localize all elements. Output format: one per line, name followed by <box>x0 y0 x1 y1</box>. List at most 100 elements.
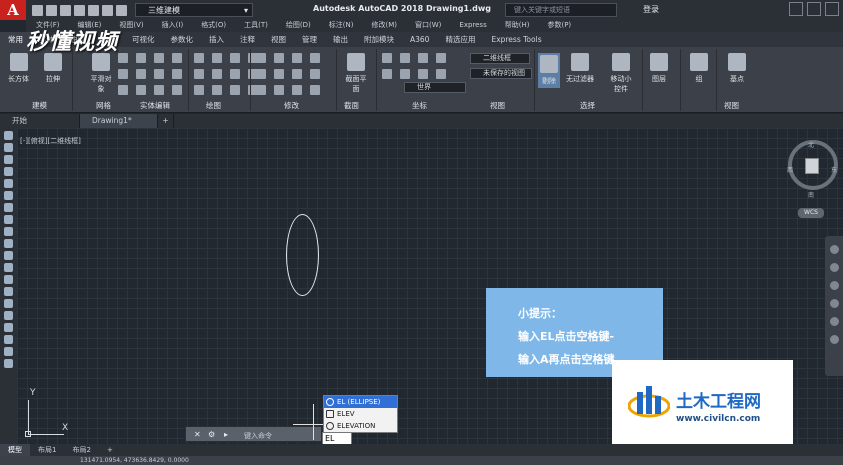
add-selected-icon[interactable] <box>4 359 13 368</box>
panel-label-solid-edit[interactable]: 实体编辑 <box>140 100 170 111</box>
save-as-icon[interactable] <box>74 4 85 16</box>
tab-model[interactable]: 模型 <box>0 444 30 456</box>
smooth-object-button[interactable]: 平滑对象 <box>88 53 114 94</box>
menu-parametric[interactable]: 参数(P) <box>547 19 571 32</box>
modify-tool-icon[interactable] <box>274 85 284 95</box>
menu-express[interactable]: Express <box>459 19 486 32</box>
panel-label-view-2[interactable]: 视图 <box>724 100 739 111</box>
tab-visualize[interactable]: 可视化 <box>124 32 163 47</box>
line-tool-icon[interactable] <box>4 131 13 140</box>
tab-start[interactable]: 开始 <box>0 114 80 128</box>
tab-output[interactable]: 输出 <box>325 32 356 47</box>
layers-button[interactable]: 图层 <box>650 53 668 84</box>
print-icon[interactable] <box>88 4 99 16</box>
command-line[interactable]: ✕ ⚙ ▸ 键入命令 <box>185 426 322 442</box>
wcs-menu-button[interactable]: WCS <box>798 208 824 218</box>
tab-featured-apps[interactable]: 精选应用 <box>437 32 483 47</box>
menu-insert[interactable]: 插入(I) <box>162 19 184 32</box>
polygon-icon[interactable] <box>4 167 13 176</box>
viewport-controls-label[interactable]: [-][俯视][二维线框] <box>20 136 81 146</box>
spline-icon[interactable] <box>4 227 13 236</box>
menu-view[interactable]: 视图(V) <box>119 19 143 32</box>
base-point-button[interactable]: 基点 <box>728 53 746 84</box>
minimize-button[interactable] <box>789 2 803 16</box>
ellipse-shape[interactable] <box>286 214 319 296</box>
new-tab-button[interactable]: + <box>158 114 174 128</box>
autocomplete-item[interactable]: ELEVATION <box>324 420 397 432</box>
arc-icon[interactable] <box>4 191 13 200</box>
ucs-tool-icon[interactable] <box>400 69 410 79</box>
wrench-icon[interactable]: ⚙ <box>208 430 217 439</box>
menu-tools[interactable]: 工具(T) <box>244 19 268 32</box>
viewcube-south[interactable]: 南 <box>808 190 814 199</box>
search-input[interactable]: 键入关键字或短语 <box>505 3 617 17</box>
tab-drawing1[interactable]: Drawing1* <box>80 114 158 128</box>
steering-wheel-icon[interactable] <box>829 245 839 254</box>
panel-label-section[interactable]: 截面 <box>344 100 359 111</box>
multiline-text-icon[interactable] <box>4 347 13 356</box>
panel-label-draw[interactable]: 绘图 <box>206 100 221 111</box>
modify-tool-icon[interactable] <box>256 69 266 79</box>
mesh-tool-icon[interactable] <box>136 69 146 79</box>
menu-help[interactable]: 帮助(H) <box>505 19 530 32</box>
viewcube-east[interactable]: 东 <box>831 165 837 174</box>
mesh-tool-icon[interactable] <box>154 53 164 63</box>
ucs-tool-icon[interactable] <box>418 69 428 79</box>
viewcube-west[interactable]: 西 <box>787 165 793 174</box>
new-file-icon[interactable] <box>32 4 43 16</box>
modify-tool-icon[interactable] <box>292 53 302 63</box>
tab-manage[interactable]: 管理 <box>294 32 325 47</box>
modify-tool-icon[interactable] <box>292 69 302 79</box>
mesh-tool-icon[interactable] <box>154 69 164 79</box>
tab-parametric[interactable]: 参数化 <box>163 32 202 47</box>
ucs-dropdown[interactable]: 世界 <box>404 82 466 93</box>
open-file-icon[interactable] <box>46 4 57 16</box>
menu-modify[interactable]: 修改(M) <box>371 19 397 32</box>
menu-window[interactable]: 窗口(W) <box>415 19 441 32</box>
menu-format[interactable]: 格式(O) <box>201 19 226 32</box>
draw-tool-icon[interactable] <box>212 53 222 63</box>
draw-tool-icon[interactable] <box>230 85 240 95</box>
circle-icon[interactable] <box>4 203 13 212</box>
tab-annotate[interactable]: 注释 <box>232 32 263 47</box>
section-plane-button[interactable]: 截面平面 <box>344 53 368 94</box>
modify-tool-icon[interactable] <box>274 69 284 79</box>
menu-draw[interactable]: 绘图(D) <box>286 19 311 32</box>
modify-tool-icon[interactable] <box>310 69 320 79</box>
panel-label-view[interactable]: 视图 <box>490 100 505 111</box>
panel-label-modify[interactable]: 修改 <box>284 100 299 111</box>
ucs-tool-icon[interactable] <box>382 69 392 79</box>
panel-label-coordinates[interactable]: 坐标 <box>412 100 427 111</box>
application-menu-button[interactable]: A <box>0 0 26 20</box>
maximize-button[interactable] <box>807 2 821 16</box>
mesh-tool-icon[interactable] <box>172 85 182 95</box>
ellipse-icon[interactable] <box>4 239 13 248</box>
draw-tool-icon[interactable] <box>230 53 240 63</box>
save-icon[interactable] <box>60 4 71 16</box>
close-icon[interactable]: ✕ <box>194 430 203 439</box>
rectangle-icon[interactable] <box>4 179 13 188</box>
point-icon[interactable] <box>4 287 13 296</box>
tab-view[interactable]: 视图 <box>263 32 294 47</box>
draw-tool-icon[interactable] <box>194 69 204 79</box>
viewcube-face[interactable] <box>805 158 819 174</box>
draw-tool-icon[interactable] <box>212 69 222 79</box>
tab-layout1[interactable]: 布局1 <box>30 444 64 456</box>
mesh-tool-icon[interactable] <box>172 69 182 79</box>
autocomplete-item[interactable]: EL (ELLIPSE) <box>324 396 397 408</box>
construction-line-icon[interactable] <box>4 143 13 152</box>
orbit-icon[interactable] <box>829 299 839 308</box>
autocomplete-item[interactable]: ELEV <box>324 408 397 420</box>
modify-tool-icon[interactable] <box>256 53 266 63</box>
workspace-select[interactable]: 三维建模 ▾ <box>135 3 253 17</box>
mesh-tool-icon[interactable] <box>172 53 182 63</box>
close-button[interactable] <box>825 2 839 16</box>
zoom-icon[interactable] <box>829 281 839 290</box>
tab-insert[interactable]: 插入 <box>201 32 232 47</box>
draw-tool-icon[interactable] <box>194 53 204 63</box>
showmotion-icon[interactable] <box>829 317 839 326</box>
extrude-button[interactable]: 拉伸 <box>44 53 62 84</box>
navbar-settings-icon[interactable] <box>829 335 839 344</box>
mesh-tool-icon[interactable] <box>136 85 146 95</box>
ucs-tool-icon[interactable] <box>436 53 446 63</box>
